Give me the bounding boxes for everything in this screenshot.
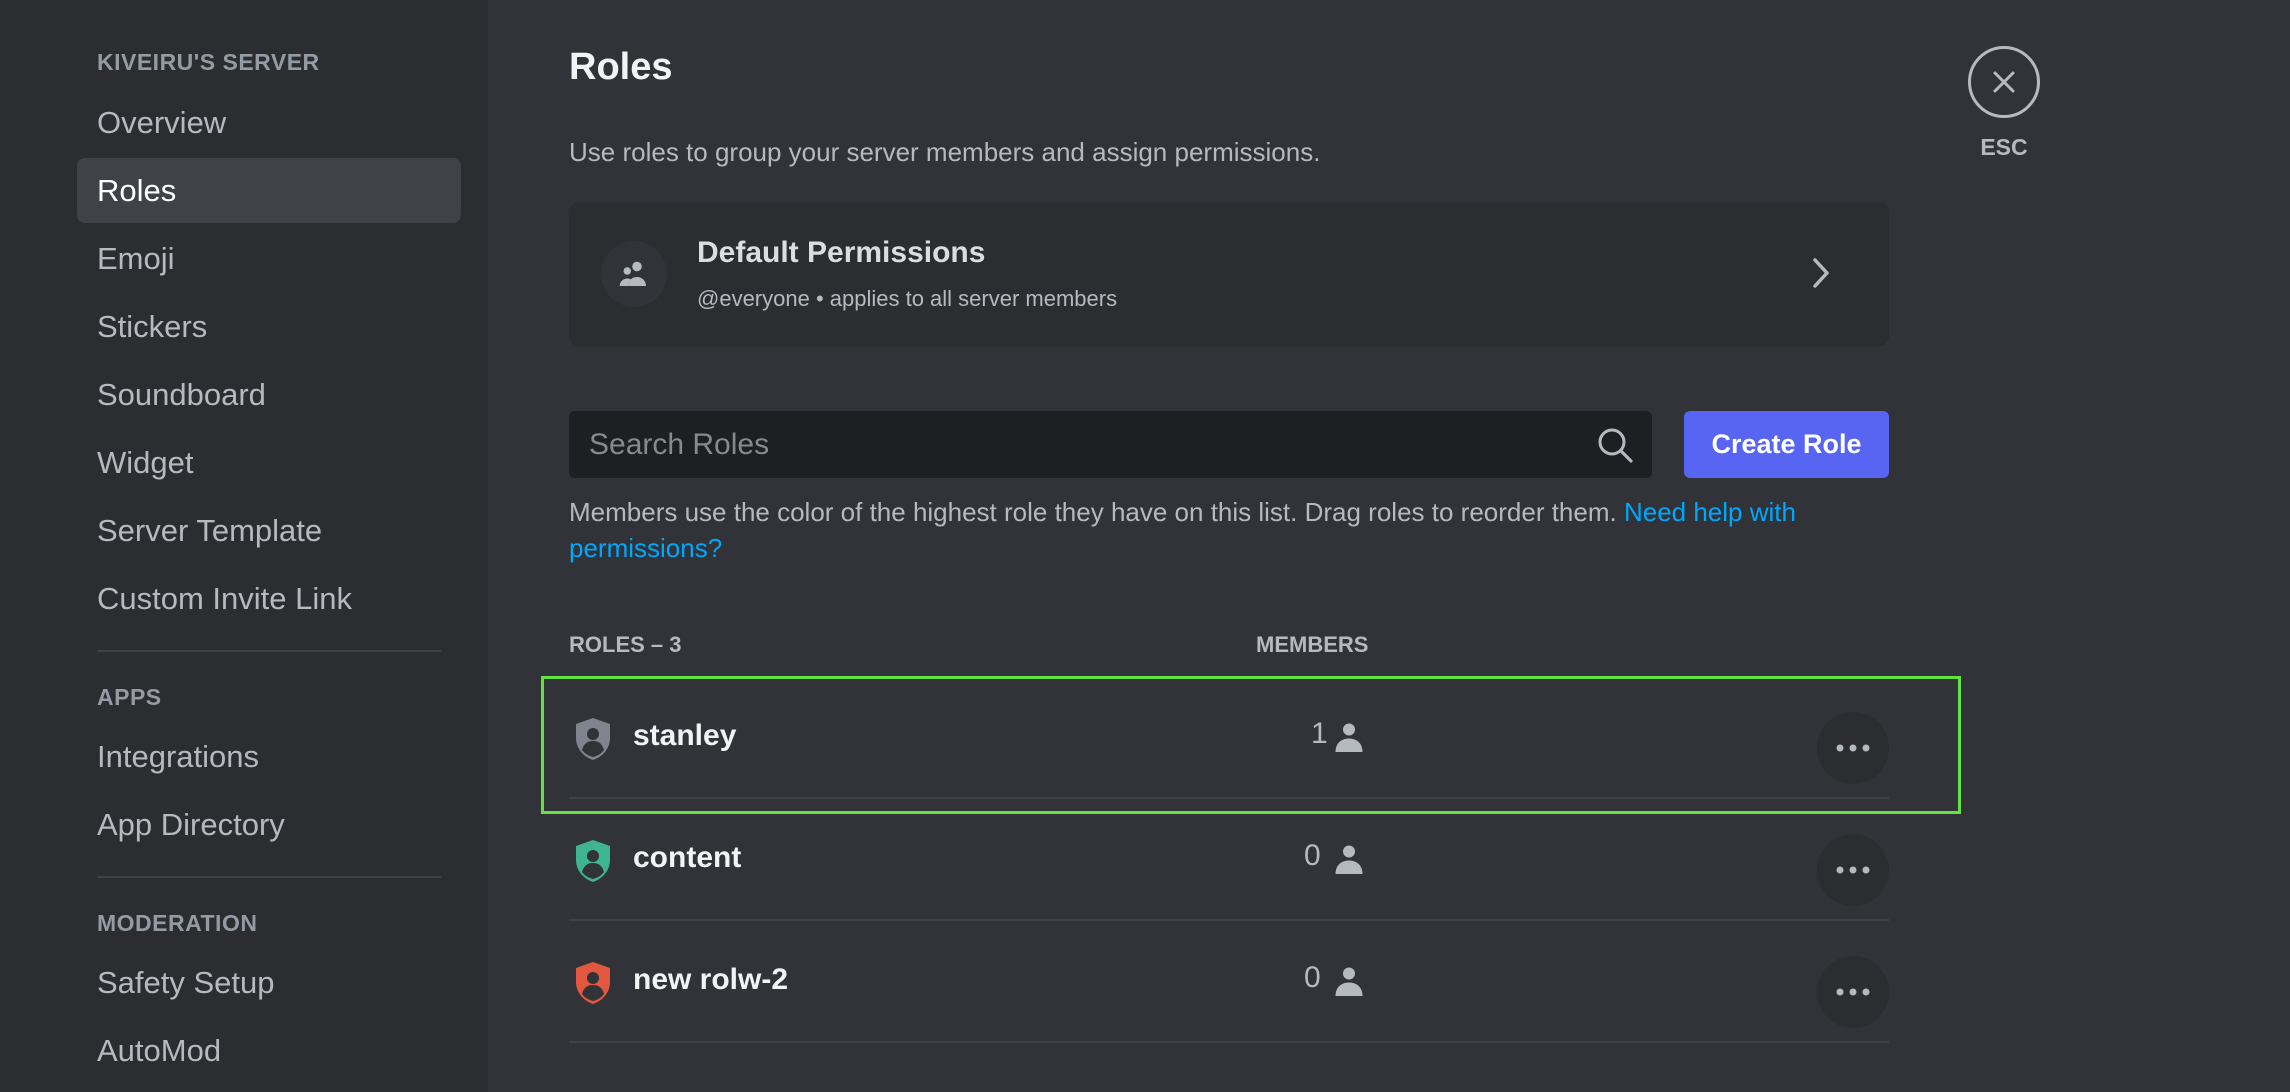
sidebar-item-server-template[interactable]: Server Template [77,498,461,563]
search-icon[interactable] [1596,426,1634,469]
role-name: content [633,841,742,874]
server-section-header: KIVEIRU'S SERVER [97,49,320,75]
help-text: Members use the color of the highest rol… [569,494,1909,566]
page-title: Roles [569,46,673,88]
close-button[interactable] [1968,46,2040,118]
role-member-count: 1 [1311,717,1328,750]
sidebar-item-automod[interactable]: AutoMod [77,1018,461,1083]
person-icon [1331,841,1367,882]
role-shield-icon [573,716,613,767]
search-input[interactable] [569,411,1569,478]
settings-sidebar: KIVEIRU'S SERVER Overview Roles Emoji St… [0,0,488,1092]
role-more-options-button[interactable] [1817,712,1889,784]
sidebar-item-integrations[interactable]: Integrations [77,724,461,789]
more-icon [1836,988,1870,996]
close-icon [1993,71,2015,93]
apps-section-header: APPS [97,684,162,710]
role-row[interactable]: content 0 [569,799,1889,921]
role-name: new rolw-2 [633,963,789,996]
person-icon [1331,719,1367,760]
role-name: stanley [633,719,737,752]
sidebar-item-emoji[interactable]: Emoji [77,226,461,291]
sidebar-item-stickers[interactable]: Stickers [77,294,461,359]
chevron-right-icon [1811,256,1831,295]
sidebar-item-app-directory[interactable]: App Directory [77,792,461,857]
sidebar-item-overview[interactable]: Overview [77,90,461,155]
search-roles-box [569,411,1652,478]
role-row[interactable]: new rolw-2 0 [569,921,1889,1043]
role-member-count: 0 [1304,839,1321,872]
more-icon [1836,866,1870,874]
default-permissions-subtitle: @everyone • applies to all server member… [697,286,1118,311]
sidebar-divider [97,876,441,878]
role-row[interactable]: stanley 1 [569,677,1889,799]
moderation-section-header: MODERATION [97,910,258,936]
sidebar-item-roles[interactable]: Roles [77,158,461,223]
sidebar-item-custom-invite-link[interactable]: Custom Invite Link [77,566,461,631]
create-role-button[interactable]: Create Role [1684,411,1889,478]
sidebar-item-widget[interactable]: Widget [77,430,461,495]
role-more-options-button[interactable] [1817,956,1889,1028]
members-icon [601,241,667,307]
sidebar-divider [97,650,441,652]
default-permissions-title: Default Permissions [697,236,986,269]
default-permissions-card[interactable]: Default Permissions @everyone • applies … [569,202,1889,346]
role-member-count: 0 [1304,961,1321,994]
person-icon [1331,963,1367,1004]
esc-label: ESC [1980,134,2028,160]
role-more-options-button[interactable] [1817,834,1889,906]
page-description: Use roles to group your server members a… [569,137,1321,167]
sidebar-item-safety-setup[interactable]: Safety Setup [77,950,461,1015]
role-shield-icon [573,960,613,1011]
help-text-body: Members use the color of the highest rol… [569,497,1624,527]
sidebar-item-soundboard[interactable]: Soundboard [77,362,461,427]
more-icon [1836,744,1870,752]
role-shield-icon [573,838,613,889]
members-column-header: MEMBERS [1256,632,1369,657]
roles-column-header: ROLES – 3 [569,632,682,657]
